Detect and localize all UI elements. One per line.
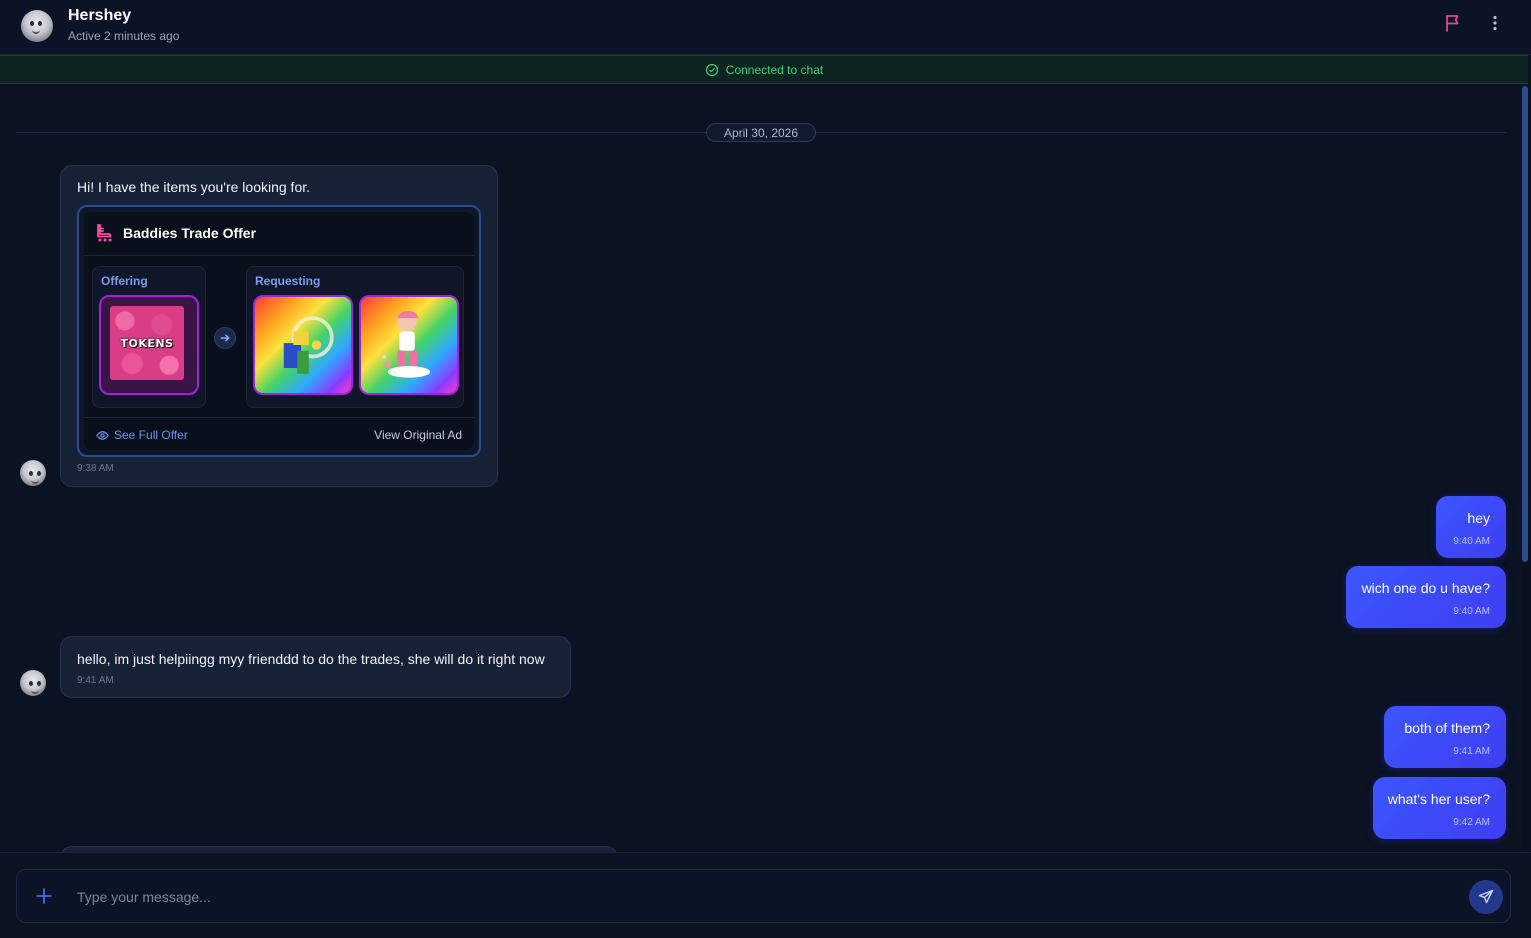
message-bubble-outgoing: both of them? 9:41 AM (1384, 706, 1506, 768)
message-text: both of them? (1404, 720, 1490, 736)
message-text: Hi! I have the items you're looking for. (77, 179, 311, 195)
flag-icon (1446, 15, 1459, 32)
message-timestamp: 9:42 AM (1453, 817, 1490, 828)
message-composer (16, 869, 1511, 923)
requesting-item-1[interactable] (253, 295, 353, 395)
report-flag-button[interactable] (1443, 13, 1463, 33)
message-bubble-incoming: Hi! I have the items you're looking for.… (60, 165, 498, 487)
message-timestamp: 9:41 AM (1453, 746, 1490, 757)
message-bubble-outgoing: what's her user? 9:42 AM (1373, 777, 1506, 839)
tokens-item-label: TOKENS (120, 337, 174, 350)
message-timestamp: 9:40 AM (1453, 606, 1490, 617)
trade-offer-inner: Baddies Trade Offer Offering TOKENS Requ… (84, 212, 474, 450)
requesting-item-2[interactable] (359, 295, 459, 395)
more-options-button[interactable] (1485, 13, 1505, 33)
send-icon (1478, 889, 1494, 904)
trade-offer-header: Baddies Trade Offer (84, 212, 474, 256)
see-full-offer-label: See Full Offer (114, 428, 188, 442)
trade-offer-title: Baddies Trade Offer (123, 225, 257, 241)
trade-offer-card[interactable]: Baddies Trade Offer Offering TOKENS Requ… (77, 205, 481, 457)
message-text: what's her user? (1387, 791, 1490, 807)
sender-avatar[interactable] (20, 670, 46, 696)
connection-status-text: Connected to chat (725, 62, 824, 77)
offering-panel: Offering TOKENS (92, 266, 206, 408)
arrow-right-icon (220, 334, 230, 342)
message-text: hello, im just helpiingg myy frienddd to… (77, 651, 545, 667)
message-bubble-outgoing: hey 9:40 AM (1436, 496, 1506, 558)
date-divider: April 30, 2026 (706, 123, 816, 142)
message-input[interactable] (77, 884, 1457, 910)
send-button[interactable] (1469, 880, 1503, 914)
see-full-offer-link[interactable]: See Full Offer (96, 428, 188, 442)
contact-status: Active 2 minutes ago (68, 29, 180, 43)
message-list[interactable]: April 30, 2026 Hi! I have the items you'… (0, 85, 1520, 852)
message-text: hey (1467, 510, 1490, 526)
message-text: wich one do u have? (1361, 580, 1490, 596)
trade-offer-footer: See Full Offer View Original Ad (84, 417, 474, 450)
view-original-ad-link[interactable]: View Original Ad (374, 428, 462, 442)
trade-arrow (214, 327, 236, 349)
wings-item-image (283, 316, 334, 374)
offering-item-tokens[interactable]: TOKENS (99, 295, 199, 395)
plus-icon (36, 888, 52, 904)
contact-name[interactable]: Hershey (68, 7, 131, 25)
connection-banner: Connected to chat (0, 55, 1528, 84)
sender-avatar[interactable] (20, 460, 46, 486)
skater-item-image (382, 310, 431, 378)
attach-button[interactable] (35, 887, 53, 905)
message-timestamp: 9:38 AM (77, 463, 114, 474)
eye-icon (96, 430, 109, 440)
message-timestamp: 9:40 AM (1453, 536, 1490, 547)
requesting-panel: Requesting (246, 266, 464, 408)
message-bubble-outgoing: wich one do u have? 9:40 AM (1346, 566, 1506, 628)
message-timestamp: 9:41 AM (77, 675, 114, 686)
more-vertical-icon (1493, 15, 1497, 31)
check-circle-icon (705, 63, 718, 76)
chat-header: Hershey Active 2 minutes ago (0, 0, 1531, 55)
scrollbar-thumb[interactable] (1522, 86, 1528, 562)
offering-label: Offering (101, 274, 148, 288)
requesting-label: Requesting (255, 274, 321, 288)
skate-icon (97, 224, 112, 242)
contact-avatar[interactable] (21, 10, 53, 42)
message-bubble-incoming: hello, im just helpiingg myy frienddd to… (60, 636, 571, 698)
